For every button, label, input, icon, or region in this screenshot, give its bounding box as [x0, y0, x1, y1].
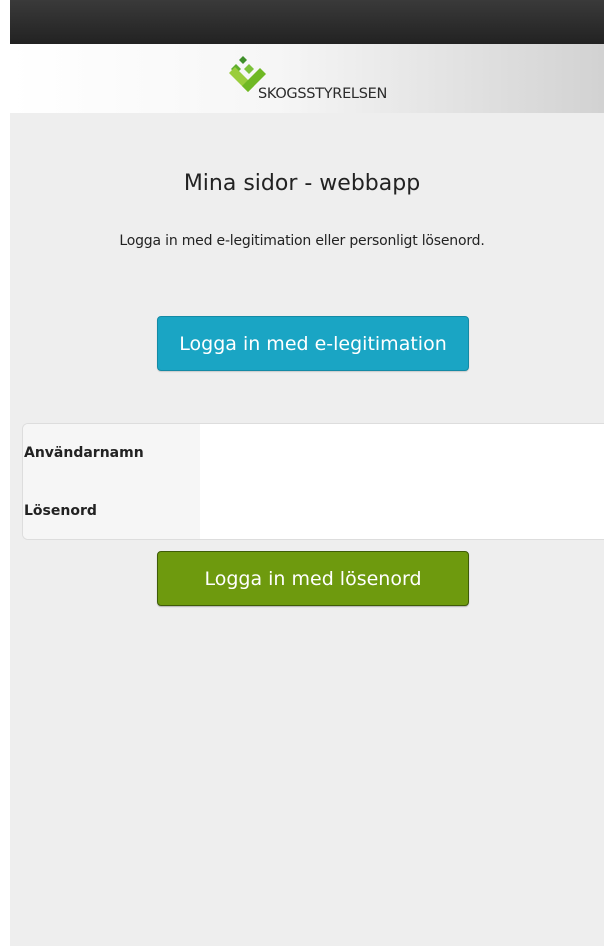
- username-input[interactable]: [200, 424, 604, 482]
- skogsstyrelsen-logo: SKOGSSTYRELSEN: [220, 54, 420, 104]
- intro-text: Logga in med e-legitimation eller person…: [119, 233, 485, 249]
- logo-text: SKOGSSTYRELSEN: [258, 86, 388, 102]
- password-label-text: Lösenord: [24, 503, 97, 519]
- page-title: Mina sidor - webbapp: [183, 171, 421, 196]
- status-bar: [10, 0, 604, 44]
- login-form: Användarnamn Lösenord: [22, 423, 604, 540]
- password-label: Lösenord: [23, 482, 200, 539]
- password-row: Lösenord: [23, 482, 604, 539]
- username-row: Användarnamn: [23, 424, 604, 483]
- username-label: Användarnamn: [23, 424, 200, 482]
- password-input[interactable]: [200, 482, 604, 539]
- eid-login-button[interactable]: Logga in med e-legitimation: [157, 316, 469, 371]
- app-frame: SKOGSSTYRELSEN Mina sidor - webbapp Logg…: [10, 0, 604, 946]
- header: SKOGSSTYRELSEN: [10, 44, 604, 113]
- password-login-button[interactable]: Logga in med lösenord: [157, 551, 469, 606]
- username-label-text: Användarnamn: [24, 445, 144, 461]
